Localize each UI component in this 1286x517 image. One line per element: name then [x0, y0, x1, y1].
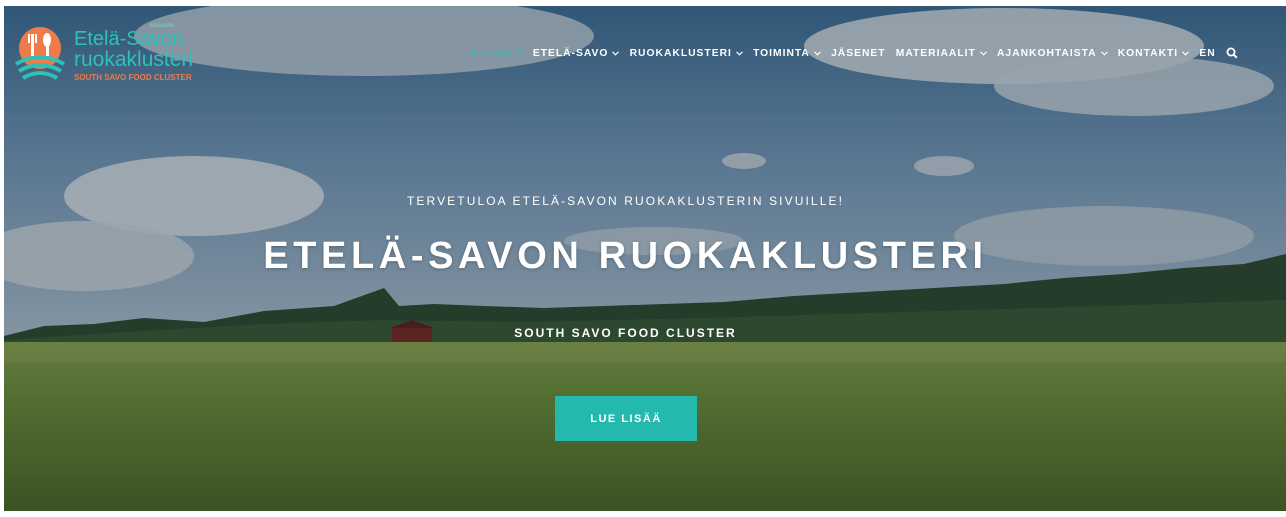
- nav-item-kontakti[interactable]: KONTAKTI: [1117, 47, 1190, 59]
- logo-emblem-icon: [14, 27, 66, 80]
- site-logo[interactable]: ekonomi Etelä-Savon ruokaklusteri SOUTH …: [10, 20, 200, 86]
- logo-title-line1: Etelä-Savon: [74, 28, 183, 50]
- nav-item-etela-savo[interactable]: ETELÄ-SAVO: [533, 48, 620, 59]
- chevron-down-icon: [1100, 50, 1108, 56]
- chevron-down-icon: [1182, 50, 1190, 56]
- nav-item-ruokaklusteri[interactable]: RUOKAKLUSTERI: [630, 48, 743, 59]
- nav-item-toiminta[interactable]: TOIMINTA: [753, 48, 821, 59]
- nav-label: JÄSENET: [831, 47, 886, 59]
- nav-label: ETUSIVU: [471, 47, 523, 59]
- hero-banner: ekonomi Etelä-Savon ruokaklusteri SOUTH …: [4, 6, 1286, 511]
- hero-subtitle: SOUTH SAVO FOOD CLUSTER: [514, 326, 737, 340]
- nav-label: EN: [1199, 47, 1216, 59]
- nav-item-ajankohtaista[interactable]: AJANKOHTAISTA: [997, 48, 1108, 59]
- read-more-button[interactable]: LUE LISÄÄ: [555, 396, 697, 441]
- nav-label: MATERIAALIT: [895, 47, 976, 59]
- nav-item-jasenet[interactable]: JÄSENET: [831, 48, 886, 59]
- search-icon[interactable]: [1226, 47, 1238, 59]
- chevron-down-icon: [612, 50, 620, 56]
- hero-welcome-text: TERVETULOA ETELÄ-SAVON RUOKAKLUSTERIN SI…: [406, 194, 845, 208]
- hero-title: ETELÄ-SAVON RUOKAKLUSTERI: [263, 235, 988, 277]
- nav-label: KONTAKTI: [1117, 47, 1179, 59]
- nav-label: AJANKOHTAISTA: [996, 47, 1097, 59]
- nav-item-en[interactable]: EN: [1199, 48, 1215, 59]
- nav-item-etusivu[interactable]: ETUSIVU: [471, 48, 523, 59]
- chevron-down-icon: [813, 50, 821, 56]
- logo-subtitle: SOUTH SAVO FOOD CLUSTER: [74, 73, 192, 82]
- chevron-down-icon: [979, 50, 987, 56]
- chevron-down-icon: [735, 50, 743, 56]
- nav-label: RUOKAKLUSTERI: [629, 47, 732, 59]
- main-navigation: ETUSIVU ETELÄ-SAVO RUOKAKLUSTERI TOIMINT…: [471, 47, 1238, 59]
- nav-label: TOIMINTA: [753, 47, 810, 59]
- logo-title-line2: ruokaklusteri: [74, 48, 194, 71]
- nav-item-materiaalit[interactable]: MATERIAALIT: [896, 48, 987, 59]
- nav-label: ETELÄ-SAVO: [532, 47, 609, 59]
